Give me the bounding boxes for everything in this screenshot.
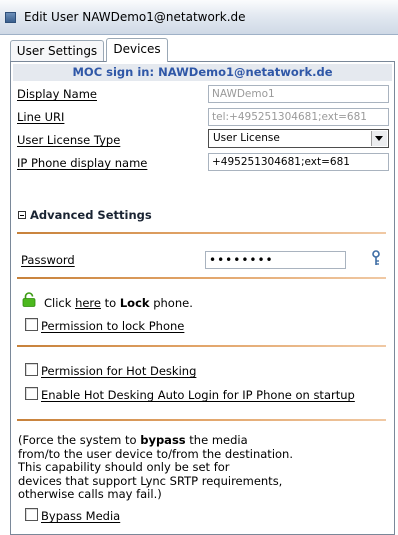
note-line-1: (Force the system to bypass the media	[18, 433, 388, 448]
lock-text-prefix: Click	[44, 296, 76, 310]
advanced-settings-heading[interactable]: Advanced Settings	[30, 208, 152, 222]
display-name-field[interactable]	[208, 85, 389, 103]
lock-icon	[22, 292, 36, 307]
permission-lock-checkbox[interactable]	[25, 318, 38, 331]
ip-phone-name-field[interactable]	[208, 153, 389, 171]
window-titlebar: Edit User NAWDemo1@netatwork.de	[0, 0, 398, 35]
hot-desking-auto-login-checkbox[interactable]	[25, 387, 38, 400]
moc-signin-banner: MOC sign in: NAWDemo1@netatwork.de	[13, 64, 392, 81]
separator	[17, 232, 386, 234]
dropdown-arrow-icon[interactable]	[371, 131, 387, 146]
password-label: Password	[21, 253, 75, 267]
display-name-label: Display Name	[17, 87, 97, 101]
license-type-select[interactable]: User License	[208, 129, 389, 148]
settings-panel: MOC sign in: NAWDemo1@netatwork.de Displ…	[10, 61, 395, 535]
bypass-media-note: (Force the system to bypass the media fr…	[18, 433, 388, 502]
lock-here-link[interactable]: here	[75, 296, 101, 310]
lock-text-middle: to	[100, 296, 120, 310]
note-l1b: bypass	[140, 433, 186, 447]
bypass-media-label[interactable]: Bypass Media	[41, 509, 120, 523]
note-line-2: from/to the user device to/from the dest…	[18, 446, 293, 461]
line-uri-field[interactable]	[208, 108, 389, 126]
window-title: Edit User NAWDemo1@netatwork.de	[24, 10, 246, 24]
lock-text-bold: Lock	[119, 296, 150, 310]
permission-hot-desking-label[interactable]: Permission for Hot Desking	[41, 364, 196, 378]
separator	[17, 277, 386, 279]
lock-phone-text: Click here to Lock phone.	[44, 296, 193, 310]
license-type-label: User License Type	[17, 133, 121, 147]
lock-text-suffix: phone.	[149, 296, 193, 310]
permission-lock-label[interactable]: Permission to lock Phone	[41, 319, 184, 333]
window-icon	[5, 11, 16, 23]
line-uri-label: Line URI	[17, 110, 65, 124]
password-field[interactable]	[205, 251, 346, 269]
ip-phone-name-label: IP Phone display name	[17, 156, 148, 170]
collapse-icon[interactable]	[18, 211, 26, 219]
permission-hot-desking-checkbox[interactable]	[25, 363, 38, 376]
separator	[17, 419, 386, 421]
note-line-5: otherwise calls may fail.)	[18, 487, 162, 501]
hot-desking-auto-login-label[interactable]: Enable Hot Desking Auto Login for IP Pho…	[41, 388, 355, 402]
note-line-3: This capability should only be set for	[18, 460, 230, 474]
note-l1c: the media	[185, 433, 248, 447]
bypass-media-checkbox[interactable]	[25, 508, 38, 521]
key-icon[interactable]	[370, 250, 382, 266]
separator	[17, 345, 386, 347]
tab-user-settings[interactable]: User Settings	[10, 40, 104, 61]
note-l1a: (Force the system to	[18, 433, 141, 447]
license-type-value: User License	[213, 132, 280, 144]
tab-devices[interactable]: Devices	[106, 38, 168, 62]
note-line-4: devices that support Lync SRTP requireme…	[18, 473, 283, 488]
